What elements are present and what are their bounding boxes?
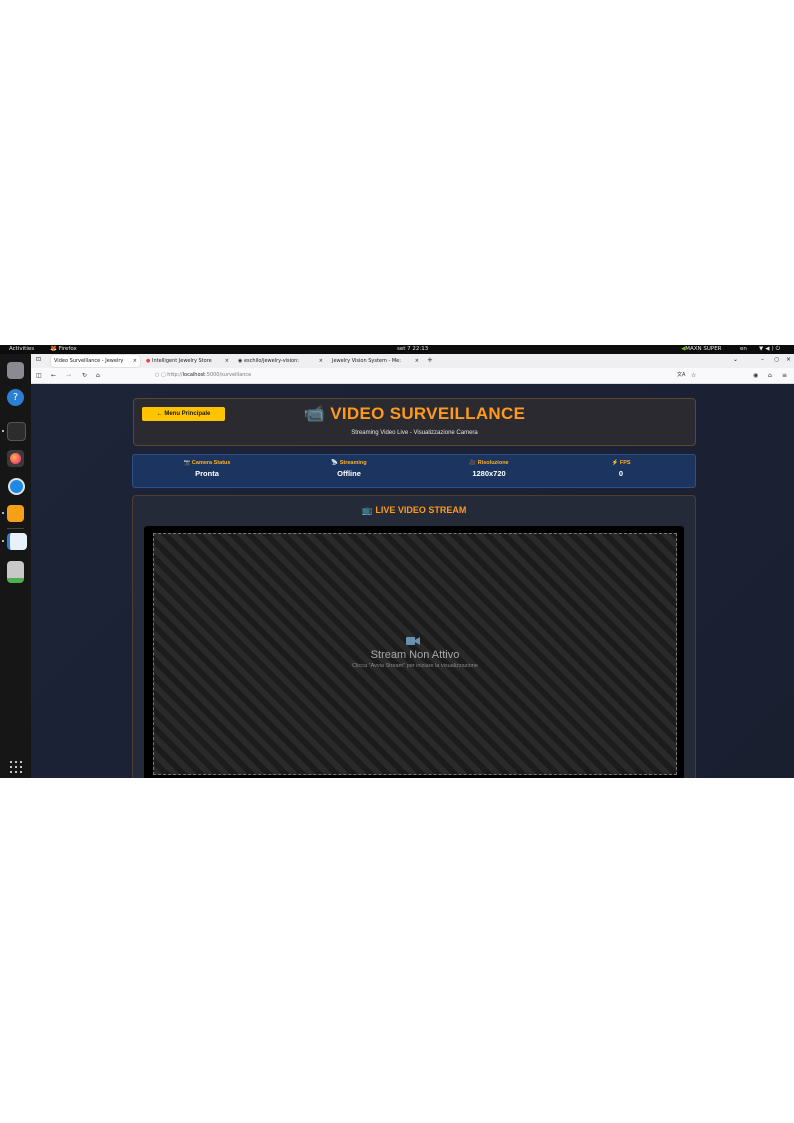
stat-value: Offline xyxy=(337,469,361,478)
stat-camera-status: 📷 Camera Status Pronta xyxy=(137,460,277,478)
terminal-icon[interactable] xyxy=(7,422,26,441)
account-icon[interactable]: ◉ xyxy=(753,368,758,383)
stat-label: ⚡ FPS xyxy=(611,460,631,466)
stat-streaming: 📡 Streaming Offline xyxy=(279,460,419,478)
chromium-icon[interactable] xyxy=(8,478,25,495)
minimize-icon[interactable]: – xyxy=(761,356,764,363)
tab-video-surveillance[interactable]: Video Surveillance - Jewelry × xyxy=(51,355,140,367)
video-camera-icon: 📹 xyxy=(303,404,326,423)
gpu-indicator[interactable]: ◀MAXN SUPER xyxy=(681,345,722,354)
volume-icon: ◀) xyxy=(765,346,776,352)
tab-label: Video Surveillance - Jewelry xyxy=(54,358,124,364)
close-tab-icon[interactable]: × xyxy=(225,355,229,367)
stream-card: 📺 LIVE VIDEO STREAM Stream Non Attivo Cl… xyxy=(132,495,696,778)
url-prefix: http:// xyxy=(167,372,183,378)
extensions-icon[interactable]: ⌂ xyxy=(768,368,772,383)
keyboard-language[interactable]: en xyxy=(740,345,747,354)
close-tab-icon[interactable]: × xyxy=(415,355,419,367)
tab-favicon-icon: ● xyxy=(146,358,151,364)
running-indicator xyxy=(2,512,4,514)
firefox-icon[interactable] xyxy=(7,450,24,467)
running-indicator xyxy=(2,540,4,542)
page-subtitle: Streaming Video Live - Visualizzazione C… xyxy=(351,430,478,436)
system-menu[interactable]: ▼◀)⏻ xyxy=(759,345,782,354)
sidebar-icon[interactable]: ◫ xyxy=(36,368,42,383)
dock: ? xyxy=(0,354,31,778)
tab-label: Jewelry Vision System - Me: xyxy=(332,358,401,364)
stat-value: 1280x720 xyxy=(472,469,506,478)
back-arrow-icon[interactable]: ← xyxy=(51,368,56,383)
video-camera-icon xyxy=(406,637,420,645)
active-app-menu[interactable]: 🦊 Firefox xyxy=(50,345,77,354)
stat-value: Pronta xyxy=(195,469,219,478)
power-icon: ⏻ xyxy=(775,346,782,352)
close-tab-icon[interactable]: × xyxy=(319,355,323,367)
status-bar: 📷 Camera Status Pronta 📡 Streaming Offli… xyxy=(132,454,696,488)
stat-label: 📷 Camera Status xyxy=(183,460,231,466)
activities-button[interactable]: Activities xyxy=(9,345,34,354)
files-icon[interactable] xyxy=(7,362,24,379)
maximize-icon[interactable]: ○ xyxy=(774,356,779,363)
text-editor-icon[interactable] xyxy=(7,533,27,550)
close-tab-icon[interactable]: × xyxy=(133,355,137,367)
tab-list-icon[interactable]: ⌄ xyxy=(733,356,738,363)
page-info-icon: ▢ xyxy=(160,372,166,378)
browser-nav-bar: ◫ ← → ↻ ⌂ ○ ▢ http://localhost:5000/surv… xyxy=(31,368,794,384)
forward-arrow-icon[interactable]: → xyxy=(66,368,71,383)
menu-icon[interactable]: ≡ xyxy=(782,368,787,383)
tab-github[interactable]: ◉ eschilo/jewelry-vision: × xyxy=(235,355,326,367)
desktop-screen: Activities 🦊 Firefox set 7 22:13 ◀MAXN S… xyxy=(0,345,794,778)
tab-label: Intelligent Jewelry Store xyxy=(151,358,212,364)
url-bar[interactable]: ○ ▢ http://localhost:5000/surveillance xyxy=(155,370,705,381)
placeholder-hint: Clicca "Avvia Stream" per iniziare la vi… xyxy=(352,663,478,669)
new-tab-icon[interactable]: + xyxy=(427,356,433,364)
bookmark-star-icon[interactable]: ☆ xyxy=(691,368,696,383)
translate-icon[interactable]: ⽂A xyxy=(677,368,685,383)
tab-overview-icon[interactable]: ⊡ xyxy=(36,356,41,363)
active-app-label: Firefox xyxy=(58,346,77,352)
trash-icon[interactable] xyxy=(7,561,24,583)
url-host: localhost xyxy=(182,372,206,378)
reload-icon[interactable]: ↻ xyxy=(82,368,87,383)
web-page: ← Menu Principale 📹 VIDEO SURVEILLANCE S… xyxy=(31,384,794,778)
stream-title: 📺 LIVE VIDEO STREAM xyxy=(361,505,467,515)
page-title-text: VIDEO SURVEILLANCE xyxy=(330,404,526,423)
show-apps-icon[interactable] xyxy=(10,761,22,773)
stat-value: 0 xyxy=(618,469,624,478)
shield-icon: ○ xyxy=(155,372,160,378)
dock-separator xyxy=(7,528,24,529)
stat-label: 🎥 Risoluzione xyxy=(469,460,509,466)
video-player[interactable]: Stream Non Attivo Clicca "Avvia Stream" … xyxy=(144,526,684,778)
clock[interactable]: set 7 22:13 xyxy=(397,345,428,354)
home-icon[interactable]: ⌂ xyxy=(96,368,100,383)
header-card: ← Menu Principale 📹 VIDEO SURVEILLANCE S… xyxy=(133,398,696,446)
page-title: 📹 VIDEO SURVEILLANCE xyxy=(134,404,695,424)
help-icon[interactable]: ? xyxy=(7,389,24,406)
github-icon: ◉ xyxy=(238,358,243,364)
tab-intelligent-jewelry[interactable]: ● Intelligent Jewelry Store × xyxy=(143,355,232,367)
stat-label: 📡 Streaming xyxy=(331,460,367,466)
tab-label: eschilo/jewelry-vision: xyxy=(243,358,299,364)
running-indicator xyxy=(2,430,4,432)
url-path: :5000/surveillance xyxy=(205,372,252,378)
placeholder-title: Stream Non Attivo xyxy=(370,649,460,661)
tab-jewelry-vision[interactable]: Jewelry Vision System - Me: × xyxy=(329,355,422,367)
gpu-mode-label: MAXN SUPER xyxy=(685,346,722,352)
stat-fps: ⚡ FPS 0 xyxy=(551,460,691,478)
software-icon[interactable] xyxy=(7,505,24,522)
close-window-icon[interactable]: × xyxy=(786,356,791,363)
system-top-bar: Activities 🦊 Firefox set 7 22:13 ◀MAXN S… xyxy=(0,345,794,354)
stream-placeholder: Stream Non Attivo Clicca "Avvia Stream" … xyxy=(153,533,677,775)
browser-tab-bar: ⊡ Video Surveillance - Jewelry × ● Intell… xyxy=(31,354,794,368)
stat-risoluzione: 🎥 Risoluzione 1280x720 xyxy=(419,460,559,478)
